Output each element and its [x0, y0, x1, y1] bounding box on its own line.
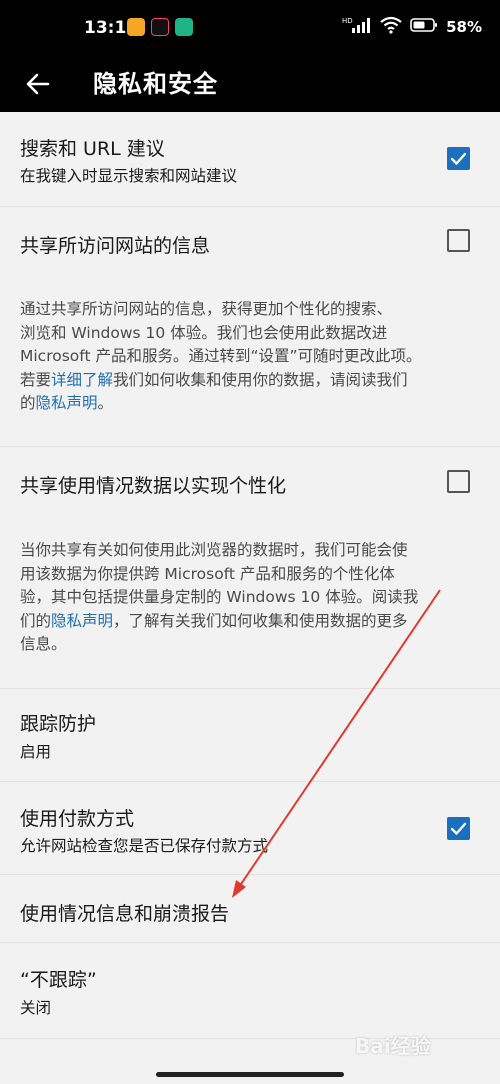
setting-do-not-track[interactable]: “不跟踪” 关闭 [0, 943, 500, 1039]
learn-more-link[interactable]: 详细了解 [51, 371, 113, 389]
status-bar: 13:14 HD 58% [0, 0, 500, 56]
setting-tracking-prevention[interactable]: 跟踪防护 启用 [0, 689, 500, 782]
wifi-icon [380, 16, 402, 38]
setting-value: 关闭 [20, 999, 52, 1017]
setting-subtitle: 允许网站检查您是否已保存付款方式 [20, 837, 269, 855]
setting-title: 使用情况信息和崩溃报告 [20, 903, 230, 925]
setting-subtitle: 在我键入时显示搜索和网站建议 [20, 167, 238, 185]
setting-payment-methods[interactable]: 使用付款方式 允许网站检查您是否已保存付款方式 [0, 782, 500, 875]
page-title: 隐私和安全 [93, 70, 218, 98]
battery-icon [410, 17, 438, 37]
settings-app-icon [175, 18, 193, 36]
watermark-logo: Bai经验 [355, 1034, 431, 1058]
tiktok-icon [151, 18, 169, 36]
setting-title: 跟踪防护 [20, 713, 97, 735]
privacy-statement-link[interactable]: 隐私声明 [51, 612, 113, 630]
signal-icon: HD [342, 16, 372, 38]
share-usage-description: 当你共享有关如何使用此浏览器的数据时，我们可能会使 用该数据为你提供跨 Micr… [20, 541, 419, 653]
setting-title: 使用付款方式 [20, 808, 135, 830]
setting-value: 启用 [20, 743, 52, 761]
home-indicator [156, 1072, 344, 1077]
checkmark-icon [450, 152, 467, 165]
setting-title[interactable]: 共享所访问网站的信息 [20, 231, 210, 258]
privacy-statement-link[interactable]: 隐私声明 [36, 394, 98, 412]
back-arrow-icon[interactable] [22, 66, 58, 102]
setting-title[interactable]: 共享使用情况数据以实现个性化 [20, 471, 286, 498]
network-label: HD [342, 17, 353, 25]
setting-share-sites: 共享所访问网站的信息 通过共享所访问网站的信息，获得更加个性化的搜索、 浏览和 … [0, 207, 500, 447]
settings-list: 搜索和 URL 建议 在我键入时显示搜索和网站建议 共享所访问网站的信息 通过共… [0, 112, 500, 1084]
share-sites-checkbox[interactable] [447, 229, 470, 252]
status-right: HD 58% [342, 16, 482, 38]
app-bar: 隐私和安全 [0, 56, 500, 112]
setting-search-suggestions[interactable]: 搜索和 URL 建议 在我键入时显示搜索和网站建议 [0, 112, 500, 207]
chat-icon [127, 18, 145, 36]
notification-icons [127, 18, 193, 36]
share-usage-checkbox[interactable] [447, 470, 470, 493]
setting-title: 搜索和 URL 建议 [20, 138, 165, 160]
payment-methods-checkbox[interactable] [447, 817, 470, 840]
checkmark-icon [450, 822, 467, 835]
setting-crash-reports[interactable]: 使用情况信息和崩溃报告 [0, 875, 500, 943]
setting-title: “不跟踪” [20, 969, 97, 991]
search-suggestions-checkbox[interactable] [447, 147, 470, 170]
setting-share-usage: 共享使用情况数据以实现个性化 当你共享有关如何使用此浏览器的数据时，我们可能会使… [0, 447, 500, 689]
battery-percent: 58% [446, 18, 482, 36]
share-sites-description: 通过共享所访问网站的信息，获得更加个性化的搜索、 浏览和 Windows 10 … [20, 300, 422, 412]
